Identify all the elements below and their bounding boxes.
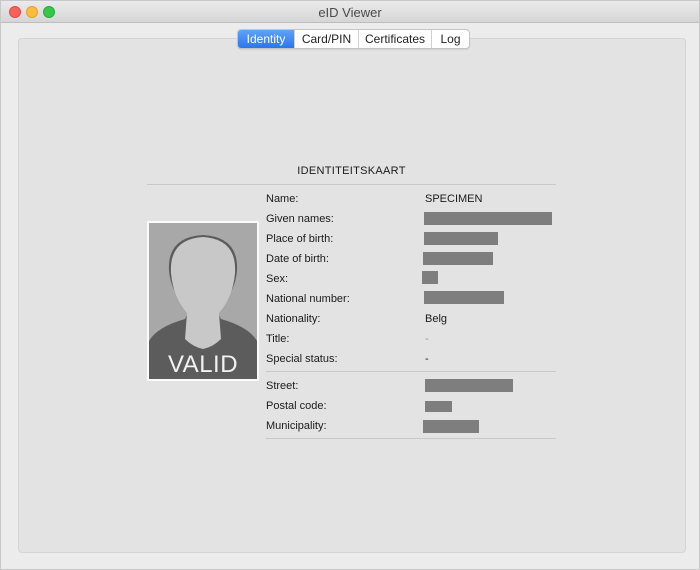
app-window: eID Viewer Identity Card/PIN Certificate…	[0, 0, 700, 570]
heading-divider	[147, 184, 556, 185]
title-label: Title:	[266, 333, 290, 345]
name-value: SPECIMEN	[425, 193, 483, 205]
national-number-label: National number:	[266, 293, 350, 305]
date-of-birth-label: Date of birth:	[266, 253, 329, 265]
content-panel	[18, 38, 686, 553]
tab-log[interactable]: Log	[431, 30, 469, 48]
card-type-heading: IDENTITEITSKAART	[297, 165, 406, 177]
place-of-birth-redacted	[424, 232, 498, 245]
place-of-birth-label: Place of birth:	[266, 233, 334, 245]
title-bar[interactable]: eID Viewer	[1, 1, 699, 23]
valid-badge: VALID	[167, 351, 239, 378]
nationality-value: Belg	[425, 313, 448, 325]
bottom-divider	[266, 438, 556, 439]
tab-identity[interactable]: Identity	[238, 30, 294, 48]
tab-card-pin[interactable]: Card/PIN	[294, 30, 358, 48]
title-value: -	[425, 333, 429, 345]
name-label: Name:	[266, 193, 299, 205]
postal-code-redacted	[425, 401, 452, 412]
nationality-label: Nationality:	[266, 313, 321, 325]
address-divider	[266, 371, 556, 372]
street-label: Street:	[266, 380, 299, 392]
special-status-label: Special status:	[266, 353, 338, 365]
holder-photo: VALID	[147, 221, 259, 381]
given-names-label: Given names:	[266, 213, 334, 225]
given-names-redacted	[424, 212, 552, 225]
tab-certificates[interactable]: Certificates	[358, 30, 431, 48]
postal-code-label: Postal code:	[266, 400, 327, 412]
street-redacted	[425, 379, 513, 392]
date-of-birth-redacted	[423, 252, 493, 265]
municipality-label: Municipality:	[266, 420, 327, 432]
sex-redacted	[422, 271, 438, 284]
sex-label: Sex:	[266, 273, 289, 285]
tab-bar: Identity Card/PIN Certificates Log	[237, 29, 470, 49]
municipality-redacted	[423, 420, 479, 433]
national-number-redacted	[424, 291, 504, 304]
special-status-value: -	[425, 353, 429, 365]
window-title: eID Viewer	[318, 5, 382, 20]
